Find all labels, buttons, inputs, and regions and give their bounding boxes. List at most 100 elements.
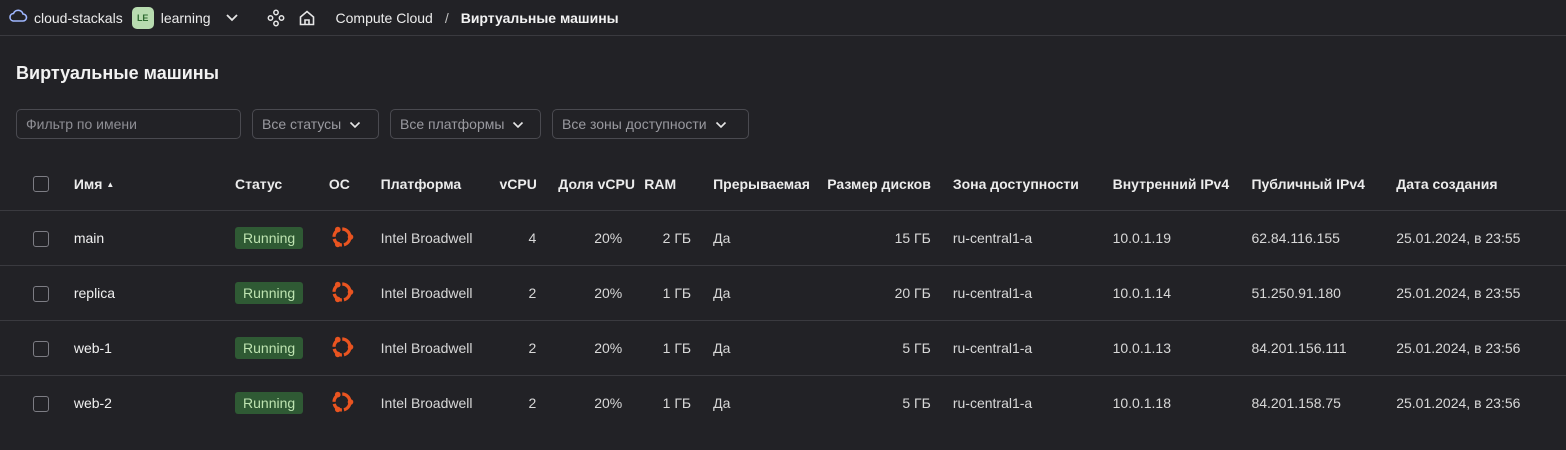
select-all-cell: [0, 157, 74, 211]
chevron-down-icon: [512, 116, 524, 132]
column-status[interactable]: Статус: [235, 157, 329, 211]
status-badge: Running: [235, 392, 304, 414]
column-name[interactable]: Имя ▲: [73, 157, 236, 211]
folder-selector[interactable]: LE learning: [123, 6, 239, 29]
row-select-cell: [0, 210, 74, 266]
chevron-down-icon: [715, 116, 727, 132]
vcpu-share-value: 20%: [594, 395, 623, 411]
vm-name[interactable]: replica: [73, 265, 236, 321]
services-icon[interactable]: [267, 9, 285, 27]
column-name-label: Имя: [73, 175, 103, 192]
platform-filter[interactable]: Все платформы: [390, 109, 541, 139]
vcpu-value: 2: [499, 265, 559, 321]
preemptible-value: Да: [713, 395, 731, 411]
column-internal-ip[interactable]: Внутренний IPv4: [1112, 157, 1252, 211]
column-created[interactable]: Дата создания: [1396, 157, 1566, 211]
platform-filter-label: Все платформы: [400, 116, 505, 132]
preemptible-value: Да: [713, 320, 810, 376]
table-row[interactable]: main Running Intel Broadwell 4 20% 2 ГБ Да 15 Г…: [0, 210, 1566, 266]
public-ip-value: 62.84.116.155: [1251, 210, 1397, 266]
row-select-cell: [0, 265, 74, 321]
disk-size-value: 5 ГБ: [902, 395, 931, 411]
name-filter-input[interactable]: [26, 116, 226, 132]
column-public-ip[interactable]: Публичный IPv4: [1251, 157, 1397, 211]
column-vcpu[interactable]: vCPU: [499, 157, 559, 211]
select-all-checkbox[interactable]: [33, 176, 49, 193]
folder-name: learning: [160, 9, 211, 26]
row-checkbox[interactable]: [33, 340, 49, 357]
name-filter[interactable]: [16, 109, 241, 139]
ubuntu-icon: [329, 224, 355, 253]
created-value: 25.01.2024, в 23:55: [1396, 265, 1566, 321]
sort-asc-icon: ▲: [106, 179, 115, 189]
vm-name[interactable]: web-2: [74, 376, 235, 431]
platform-value: Intel Broadwell: [380, 265, 500, 321]
folder-badge: LE: [131, 6, 154, 29]
column-preemptible[interactable]: Прерываемая: [713, 157, 810, 211]
status-cell: Running: [235, 265, 329, 321]
disk-size-value: 15 ГБ: [809, 210, 953, 266]
internal-ip-value: 10.0.1.18: [1112, 395, 1171, 411]
ram-value: 1 ГБ: [644, 265, 714, 321]
os-cell: [328, 210, 381, 266]
public-ip-value: 84.201.158.75: [1251, 395, 1341, 411]
created-value: 25.01.2024, в 23:56: [1396, 320, 1566, 376]
row-select-cell: [0, 320, 74, 376]
row-select-cell: [0, 376, 74, 431]
zone-filter-label: Все зоны доступности: [562, 116, 707, 132]
column-disk-size[interactable]: Размер дисков: [809, 157, 953, 211]
preemptible-value: Да: [713, 265, 810, 321]
vm-name[interactable]: main: [73, 210, 236, 266]
vm-table: Имя ▲ Статус ОС Платформа vCPU Доля vCPU …: [0, 157, 1566, 430]
table-header: Имя ▲ Статус ОС Платформа vCPU Доля vCPU …: [0, 157, 1566, 211]
row-checkbox[interactable]: [33, 285, 49, 302]
platform-value: Intel Broadwell: [380, 210, 500, 266]
disk-size-value: 5 ГБ: [809, 320, 953, 376]
breadcrumb-separator: /: [444, 9, 449, 26]
vm-name[interactable]: web-1: [73, 320, 236, 376]
vcpu-share-value: 20%: [558, 320, 645, 376]
internal-ip-value: 10.0.1.13: [1112, 320, 1252, 376]
vcpu-share-value: 20%: [558, 210, 645, 266]
table-row[interactable]: replica Running Intel Broadwell 2 20% 1 ГБ Да 2…: [0, 265, 1566, 321]
home-icon[interactable]: [298, 9, 316, 27]
status-filter[interactable]: Все статусы: [252, 109, 379, 139]
vcpu-value: 2: [499, 320, 559, 376]
column-vcpu-share[interactable]: Доля vCPU: [558, 157, 645, 211]
breadcrumb-service[interactable]: Compute Cloud: [336, 10, 433, 26]
status-badge: Running: [235, 282, 304, 304]
created-value: 25.01.2024, в 23:55: [1396, 210, 1566, 266]
ram-value: 1 ГБ: [662, 395, 692, 411]
status-cell: Running: [235, 210, 329, 266]
column-zone[interactable]: Зона доступности: [952, 157, 1113, 211]
row-checkbox[interactable]: [33, 395, 49, 412]
table-row[interactable]: web-1 Running Intel Broadwell 2 20% 1 ГБ Да 5 Г…: [0, 320, 1566, 376]
ubuntu-icon: [329, 389, 355, 418]
zone-filter[interactable]: Все зоны доступности: [552, 109, 749, 139]
internal-ip-value: 10.0.1.14: [1112, 265, 1252, 321]
status-cell: Running: [235, 376, 329, 431]
os-cell: [328, 265, 381, 321]
public-ip-value: 51.250.91.180: [1251, 265, 1397, 321]
chevron-down-icon: [349, 116, 361, 132]
status-badge: Running: [235, 227, 304, 249]
platform-value: Intel Broadwell: [380, 320, 500, 376]
ram-value: 2 ГБ: [644, 210, 714, 266]
zone-value: ru-central1-a: [952, 320, 1113, 376]
zone-value: ru-central1-a: [952, 265, 1113, 321]
page-title: Виртуальные машины: [16, 63, 220, 83]
filters-bar: Все статусы Все платформы Все зоны досту…: [16, 109, 760, 139]
column-os[interactable]: ОС: [328, 157, 381, 211]
created-value: 25.01.2024, в 23:56: [1396, 395, 1521, 411]
column-platform[interactable]: Платформа: [380, 157, 500, 211]
platform-value: Intel Broadwell: [380, 395, 473, 411]
ubuntu-icon: [329, 279, 355, 308]
internal-ip-value: 10.0.1.19: [1112, 210, 1252, 266]
ram-value: 1 ГБ: [644, 320, 714, 376]
table-row[interactable]: web-2 Running Intel Broadwell 2 20% 1 ГБ Да 5 Г…: [0, 376, 1566, 431]
cloud-selector[interactable]: cloud-stackals: [8, 8, 123, 27]
chevron-down-icon[interactable]: [225, 10, 239, 26]
zone-value: ru-central1-a: [952, 210, 1113, 266]
column-ram[interactable]: RAM: [644, 157, 714, 211]
row-checkbox[interactable]: [33, 230, 49, 247]
